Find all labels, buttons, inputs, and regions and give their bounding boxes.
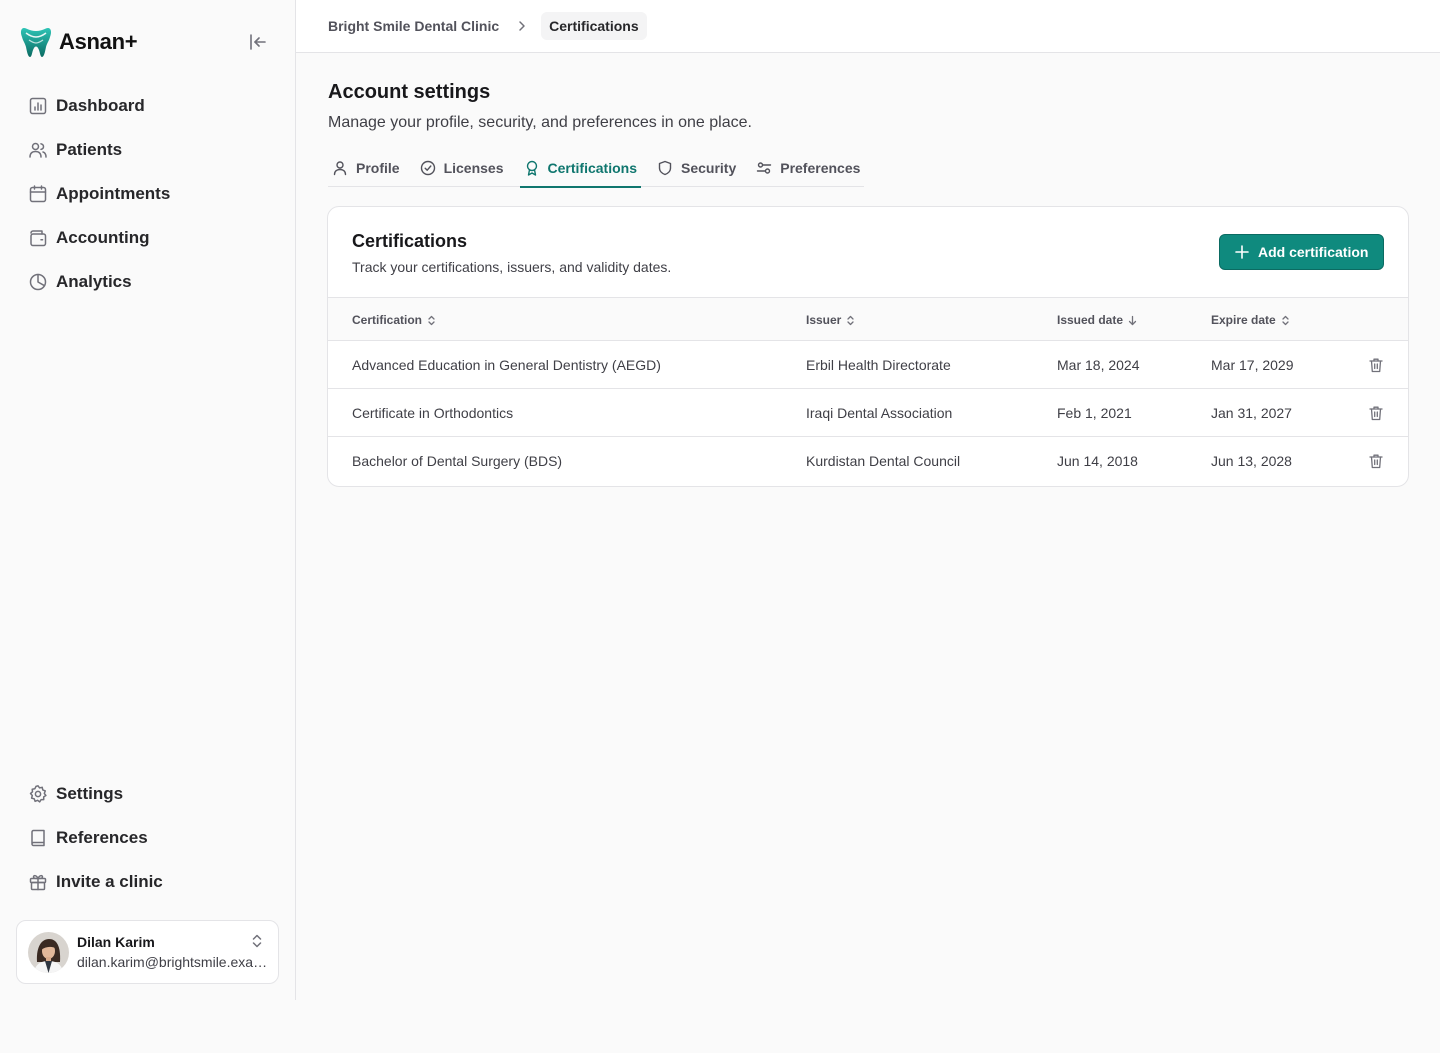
sidebar-item-label: References [56, 828, 148, 847]
breadcrumb-parent[interactable]: Bright Smile Dental Clinic [328, 18, 499, 34]
user-icon [333, 161, 347, 176]
column-header-issuer[interactable]: Issuer [806, 298, 856, 342]
page-subtitle: Manage your profile, security, and prefe… [328, 114, 752, 131]
tab-certifications[interactable]: Certifications [519, 149, 642, 188]
sidebar-item-invite[interactable]: Invite a clinic [16, 860, 280, 904]
shield-icon [658, 160, 672, 176]
cell-expire-date: Jun 13, 2028 [1211, 453, 1292, 469]
arrow-down-icon [1128, 315, 1137, 325]
trash-icon[interactable] [1368, 357, 1384, 373]
sidebar-item-appointments[interactable]: Appointments [16, 172, 280, 216]
table-row[interactable]: Bachelor of Dental Surgery (BDS) Kurdist… [328, 437, 1408, 485]
sidebar-item-label: Accounting [56, 228, 150, 247]
pie-chart-icon [29, 273, 47, 291]
column-label: Issued date [1057, 313, 1124, 327]
user-name: Dilan Karim [77, 934, 155, 950]
check-circle-icon [420, 160, 435, 176]
user-email: dilan.karim@brightsmile.example [77, 954, 269, 970]
tooth-logo-icon [20, 28, 52, 57]
avatar [28, 931, 69, 973]
sidebar-item-label: Appointments [56, 184, 171, 203]
column-label: Expire date [1211, 313, 1276, 327]
cell-expire-date: Jan 31, 2027 [1211, 405, 1292, 421]
cell-issuer: Iraqi Dental Association [806, 405, 953, 421]
cell-issued-date: Mar 18, 2024 [1057, 357, 1140, 373]
page-title: Account settings [328, 81, 491, 103]
tab-licenses[interactable]: Licenses [416, 149, 508, 187]
cell-expire-date: Mar 17, 2029 [1211, 357, 1294, 373]
calendar-icon [29, 185, 47, 203]
sidebar: Asnan+ Dashboard Patients Appointments A… [0, 0, 296, 1000]
sidebar-item-patients[interactable]: Patients [16, 128, 280, 172]
trash-icon[interactable] [1368, 453, 1384, 469]
sidebar-item-dashboard[interactable]: Dashboard [16, 84, 280, 128]
sort-icon [847, 315, 855, 325]
tab-label: Preferences [780, 160, 861, 176]
chevron-right-icon [519, 21, 525, 31]
sidebar-item-label: Invite a clinic [56, 872, 163, 891]
app-name: Asnan+ [59, 29, 138, 54]
gift-icon [29, 874, 47, 891]
gear-icon [29, 785, 47, 803]
book-icon [31, 829, 45, 847]
tab-label: Security [680, 160, 737, 176]
table-header: Certification Issuer Issued date Expire … [328, 297, 1408, 341]
sidebar-item-settings[interactable]: Settings [16, 772, 280, 816]
award-icon [526, 160, 537, 176]
column-label: Certification [352, 313, 423, 327]
topbar: Bright Smile Dental Clinic Certification… [296, 0, 1440, 53]
main-content: Account settings Manage your profile, se… [296, 53, 1440, 1053]
breadcrumb-current: Certifications [541, 12, 647, 40]
sidebar-item-analytics[interactable]: Analytics [16, 260, 280, 304]
card-subtitle: Track your certifications, issuers, and … [352, 259, 672, 275]
users-icon [29, 142, 47, 158]
primary-nav: Dashboard Patients Appointments Accounti… [16, 84, 280, 304]
sort-icon [1282, 315, 1289, 325]
add-certification-button[interactable]: Add certification [1219, 234, 1384, 270]
user-menu[interactable]: Dilan Karim dilan.karim@brightsmile.exam… [16, 920, 279, 984]
wallet-icon [30, 230, 47, 247]
tab-label: Profile [356, 160, 400, 176]
settings-tabs: Profile Licenses Certifications Security… [328, 149, 865, 188]
sidebar-item-label: Dashboard [56, 96, 145, 115]
cell-issued-date: Jun 14, 2018 [1057, 453, 1138, 469]
sliders-icon [757, 162, 772, 174]
cell-certification: Bachelor of Dental Surgery (BDS) [352, 453, 563, 469]
logo[interactable]: Asnan+ [20, 24, 276, 60]
plus-icon [1235, 245, 1249, 259]
sidebar-item-accounting[interactable]: Accounting [16, 216, 280, 260]
sidebar-item-label: Analytics [56, 272, 132, 291]
add-certification-label: Add certification [1258, 244, 1369, 260]
column-label: Issuer [806, 313, 842, 327]
secondary-nav: Settings References Invite a clinic [16, 772, 280, 904]
table-row[interactable]: Certificate in Orthodontics Iraqi Dental… [328, 389, 1408, 437]
card-title: Certifications [352, 231, 468, 251]
dashboard-icon [29, 97, 47, 115]
cell-issuer: Erbil Health Directorate [806, 357, 951, 373]
tab-label: Certifications [547, 160, 637, 176]
cell-issuer: Kurdistan Dental Council [806, 453, 961, 469]
cell-certification: Certificate in Orthodontics [352, 405, 514, 421]
tab-label: Licenses [443, 160, 504, 176]
table-row[interactable]: Advanced Education in General Dentistry … [328, 341, 1408, 389]
trash-icon[interactable] [1368, 405, 1384, 421]
column-header-issued-date[interactable]: Issued date [1057, 298, 1138, 342]
collapse-sidebar-icon[interactable] [248, 32, 268, 52]
tab-preferences[interactable]: Preferences [752, 149, 864, 187]
sidebar-item-label: Patients [56, 140, 123, 159]
cell-issued-date: Feb 1, 2021 [1057, 405, 1132, 421]
tab-security[interactable]: Security [653, 149, 740, 187]
sidebar-item-label: Settings [56, 784, 124, 803]
sidebar-item-references[interactable]: References [16, 816, 280, 860]
sort-icon [428, 315, 435, 325]
tab-profile[interactable]: Profile [328, 149, 404, 187]
cell-certification: Advanced Education in General Dentistry … [352, 357, 661, 373]
certifications-card: Certifications Track your certifications… [327, 206, 1409, 487]
chevron-up-down-icon [252, 934, 262, 948]
column-header-expire-date[interactable]: Expire date [1211, 298, 1291, 342]
column-header-certification[interactable]: Certification [352, 298, 437, 342]
